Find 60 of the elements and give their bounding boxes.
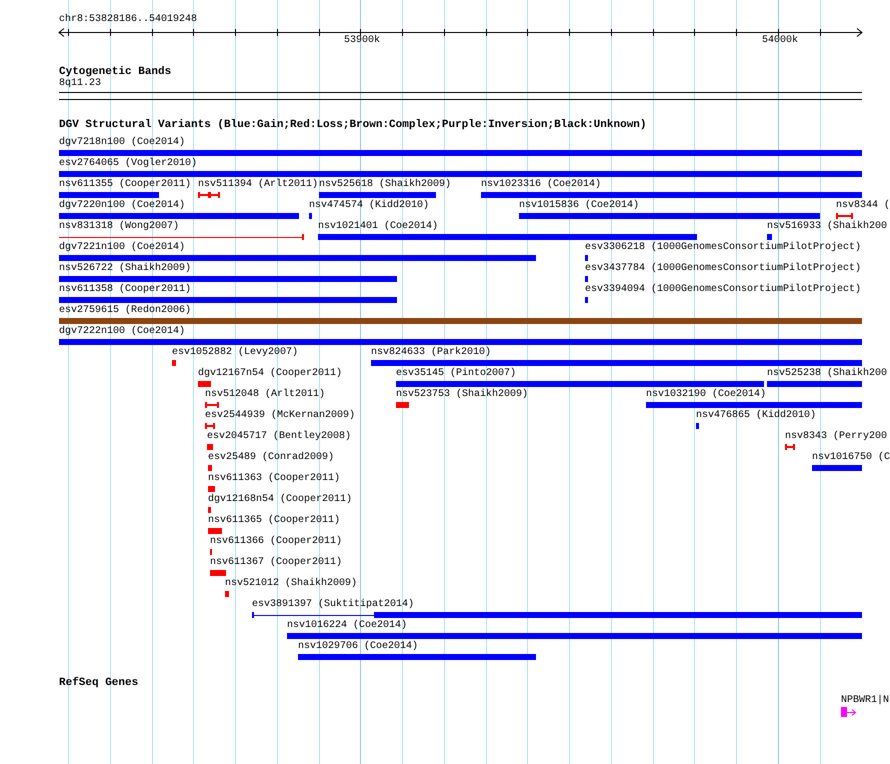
variant-label: dgv7222n100 (Coe2014) [59, 326, 186, 338]
band-label: 8q11.23 [59, 78, 102, 89]
variant-label: nsv611366 (Cooper2011) [210, 536, 342, 548]
variant-label: nsv831318 (Wong2007) [59, 221, 180, 233]
variant-label: nsv1016224 (Coe2014) [287, 620, 408, 632]
variant-label: nsv476865 (Kidd2010) [696, 410, 816, 422]
variant-label: nsv1015836 (Coe2014) [519, 200, 640, 212]
variant-label: dgv12167n54 (Cooper2011) [198, 368, 342, 380]
tick-label: 54000k [762, 35, 798, 47]
gene-label: NPBWR1|N [841, 695, 890, 707]
variant-label: esv35145 (Pinto2007) [396, 368, 516, 380]
interval-marker[interactable] [785, 444, 795, 450]
variant-label: nsv1029706 (Coe2014) [298, 641, 418, 653]
variant-label: esv1052882 (Levy2007) [172, 347, 298, 359]
variant-label: nsv611367 (Cooper2011) [210, 557, 342, 569]
variant-label: esv2045717 (Bentley2008) [207, 431, 352, 443]
variant-label: nsv1032190 (Coe2014) [646, 389, 766, 401]
variant-label: nsv474574 (Kidd2010) [309, 200, 430, 212]
variant-label: nsv8344 ( [836, 200, 890, 212]
variant-line[interactable] [59, 234, 304, 240]
ruler-label: chr8:53828186..54019248 [59, 14, 198, 26]
variant-label: esv3437784 (1000GenomesConsortiumPilotProject) [585, 263, 862, 275]
track-title: DGV Structural Variants (Blue:Gain;Red:Loss;Brown:Complex;Purple:Inversion;Black:Unknown) [59, 119, 646, 131]
variant-label: nsv1023316 (Coe2014) [481, 179, 602, 191]
variant-label: dgv7220n100 (Coe2014) [59, 200, 186, 212]
variant-label: esv2759615 (Redon2006) [59, 305, 192, 317]
interval-marker[interactable] [836, 213, 853, 219]
variant-label: nsv523753 (Shaikh2009) [396, 389, 528, 401]
track-title: Cytogenetic Bands [59, 66, 172, 78]
variant-label: nsv526722 (Shaikh2009) [59, 263, 192, 275]
variant-label: nsv611363 (Cooper2011) [208, 473, 340, 485]
variant-label: nsv824633 (Park2010) [371, 347, 492, 359]
variant-label: nsv611355 (Cooper2011) [59, 179, 192, 191]
interval-marker[interactable] [205, 402, 219, 408]
track-title: RefSeq Genes [59, 677, 138, 689]
variant-label: dgv7218n100 (Coe2014) [59, 137, 186, 149]
variant-label: nsv525618 (Shaikh2009) [319, 179, 452, 191]
variant-label: esv3891397 (Suktitipat2014) [252, 599, 414, 611]
variant-label: nsv516933 (Shaikh200 [767, 221, 888, 233]
variant-label: nsv521012 (Shaikh2009) [225, 578, 358, 590]
variant-label: esv2764065 (Vogler2010) [59, 158, 198, 170]
interval-marker[interactable] [198, 192, 220, 198]
variant-label: nsv1016750 (C [812, 452, 890, 464]
variant-label: nsv611365 (Cooper2011) [208, 515, 340, 527]
variant-label: esv25489 (Conrad2009) [208, 452, 334, 464]
interval-marker[interactable] [205, 423, 215, 429]
variant-label: nsv611358 (Cooper2011) [59, 284, 192, 296]
variant-label: esv2544939 (McKernan2009) [205, 410, 356, 422]
variant-label: dgv12168n54 (Cooper2011) [208, 494, 352, 506]
variant-label: nsv8343 (Perry200 [785, 431, 888, 443]
variant-label: esv3394094 (1000GenomesConsortiumPilotProject) [585, 284, 862, 296]
variant-label: esv3306218 (1000GenomesConsortiumPilotProject) [585, 242, 862, 254]
variant-label: nsv1021401 (Coe2014) [318, 221, 438, 233]
variant-bar[interactable] [252, 612, 862, 618]
gene-glyph[interactable] [841, 707, 856, 717]
variant-label: dgv7221n100 (Coe2014) [59, 242, 186, 254]
variant-label: nsv511394 (Arlt2011) [198, 179, 318, 191]
tick-label: 53900k [344, 35, 380, 47]
variant-label: nsv525238 (Shaikh200 [767, 368, 888, 380]
variant-label: nsv512048 (Arlt2011) [205, 389, 326, 401]
